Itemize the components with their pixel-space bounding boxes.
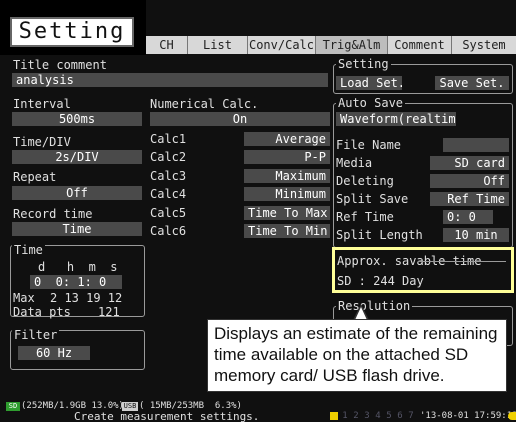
calc-value-field[interactable]: Average xyxy=(244,132,330,146)
filter-label: Filter xyxy=(12,328,60,342)
memory-indicator-icon xyxy=(508,412,516,420)
title-comment-field[interactable]: analysis xyxy=(12,73,328,87)
calc-name: Calc4 xyxy=(150,187,187,201)
title-comment-label: Title comment xyxy=(13,58,107,72)
tab-conv-calc[interactable]: Conv/Calc xyxy=(248,36,316,54)
page-number: 2 xyxy=(353,411,359,421)
calc-value-field[interactable]: P-P xyxy=(244,150,330,164)
tab-ch[interactable]: CH xyxy=(146,36,188,54)
filter-field[interactable]: 60 Hz xyxy=(18,346,90,360)
repeat-field[interactable]: Off xyxy=(12,186,142,200)
load-settings-button[interactable]: Load Set. xyxy=(336,76,402,90)
media-field[interactable]: SD card xyxy=(430,156,509,170)
data-pts-value: 121 xyxy=(98,305,120,319)
repeat-label: Repeat xyxy=(13,170,57,184)
page-number: 7 xyxy=(408,411,414,421)
interval-label: Interval xyxy=(13,97,71,111)
page-number: 4 xyxy=(375,411,381,421)
calc-name: Calc3 xyxy=(150,169,187,183)
tab-list[interactable]: List xyxy=(188,36,248,54)
setting-screen: Setting CH List Conv/Calc Trig&Alm Comme… xyxy=(0,0,516,422)
split-length-label: Split Length xyxy=(336,228,423,242)
time-value-field[interactable]: 0 0: 1: 0 xyxy=(30,275,122,289)
tab-system[interactable]: System xyxy=(452,36,516,54)
record-time-field[interactable]: Time xyxy=(12,222,142,236)
page-number: 3 xyxy=(364,411,370,421)
interval-field[interactable]: 500ms xyxy=(12,112,142,126)
status-message: Create measurement settings. xyxy=(74,410,260,422)
datetime-display: '13-08-01 17:59:13 xyxy=(420,411,516,421)
deleting-label: Deleting xyxy=(336,174,394,188)
time-panel-title: Time xyxy=(12,243,45,257)
approx-divider xyxy=(418,261,506,262)
calc-name: Calc2 xyxy=(150,150,187,164)
auto-save-field[interactable]: Waveform(realtime) xyxy=(336,112,456,126)
calc-value-field[interactable]: Maximum xyxy=(244,169,330,183)
setting-panel-title: Setting xyxy=(336,57,391,71)
save-settings-button[interactable]: Save Set. xyxy=(435,76,509,90)
file-name-label: File Name xyxy=(336,138,402,152)
max-value: 2 13 19 12 xyxy=(50,291,123,305)
calc-value-field[interactable]: Minimum xyxy=(244,187,330,201)
time-units-header: d h m s xyxy=(38,260,118,274)
approx-savable-time-value: SD : 244 Day xyxy=(337,274,424,288)
data-pts-label: Data pts xyxy=(13,305,71,319)
calc-name: Calc1 xyxy=(150,132,187,146)
page-number: 5 xyxy=(386,411,392,421)
auto-save-label: Auto Save xyxy=(336,96,406,110)
time-div-field[interactable]: 2s/DIV xyxy=(12,150,142,164)
ref-time-field[interactable]: 0: 0 xyxy=(443,210,493,224)
split-length-field[interactable]: 10 min xyxy=(443,228,509,242)
deleting-field[interactable]: Off xyxy=(430,174,509,188)
tab-trig-alm[interactable]: Trig&Alm xyxy=(316,36,388,54)
page-number: 1 xyxy=(342,411,348,421)
numerical-calc-field[interactable]: On xyxy=(150,112,330,126)
file-name-field[interactable] xyxy=(443,138,509,152)
time-div-label: Time/DIV xyxy=(13,135,71,149)
calc-name: Calc6 xyxy=(150,224,187,238)
numerical-calc-label: Numerical Calc. xyxy=(150,97,259,111)
page-number: 6 xyxy=(397,411,403,421)
page-title: Setting xyxy=(10,17,134,47)
sd-badge: SD xyxy=(6,402,20,411)
annotation-callout: Displays an estimate of the remaining ti… xyxy=(207,319,507,392)
resolution-label: Resolution xyxy=(336,299,413,313)
max-label: Max xyxy=(13,291,35,305)
tab-comment[interactable]: Comment xyxy=(388,36,452,54)
record-time-label: Record time xyxy=(13,207,93,221)
split-save-field[interactable]: Ref Time xyxy=(430,192,509,206)
split-save-label: Split Save xyxy=(336,192,409,206)
media-label: Media xyxy=(336,156,373,170)
ref-time-label: Ref Time xyxy=(336,210,394,224)
calc-value-field[interactable]: Time To Max xyxy=(244,206,330,220)
battery-icon xyxy=(330,412,338,420)
calc-name: Calc5 xyxy=(150,206,187,220)
calc-value-field[interactable]: Time To Min xyxy=(244,224,330,238)
